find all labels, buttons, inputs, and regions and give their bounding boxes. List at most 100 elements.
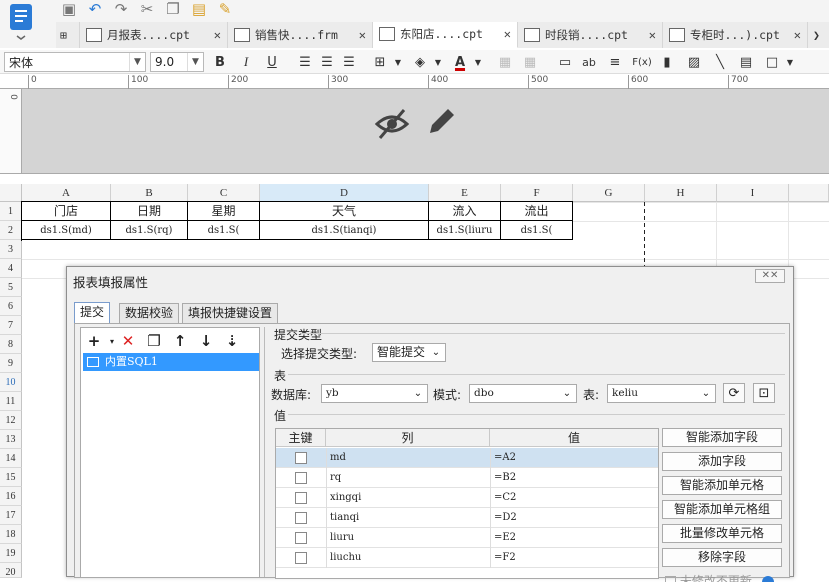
table-row[interactable]: liuru =E2 [276, 528, 658, 548]
schema-select[interactable]: dbo ⌄ [469, 384, 577, 403]
cell-c2[interactable]: ds1.S( [188, 221, 260, 240]
insert-chart-icon[interactable]: ▮ [657, 52, 677, 72]
insert-shape-icon[interactable]: □ [762, 52, 782, 72]
chevron-down-icon[interactable]: ▼ [468, 52, 488, 72]
align-center-icon[interactable]: ☰ [317, 52, 337, 72]
column-header[interactable]: C [188, 184, 260, 202]
insert-ab-icon[interactable]: ab [579, 52, 599, 72]
primary-key-checkbox[interactable] [295, 492, 307, 504]
border-icon[interactable]: ⊞ [370, 52, 390, 72]
table-select[interactable]: keliu ⌄ [607, 384, 716, 403]
select-all-corner[interactable] [0, 184, 22, 202]
tab-data-validation[interactable]: 数据校验 [119, 303, 180, 323]
insert-image-icon[interactable]: ▨ [684, 52, 704, 72]
column-header[interactable]: D [260, 184, 429, 202]
move-up-icon[interactable]: ↑ [169, 331, 191, 351]
col-header-key[interactable]: 主键 [276, 429, 326, 447]
row-header[interactable]: 4 [0, 259, 22, 278]
cell-d2[interactable]: ds1.S(tianqi) [260, 221, 429, 240]
row-header[interactable]: 7 [0, 316, 22, 335]
splitter[interactable] [264, 327, 265, 577]
cut-icon[interactable]: ✂ [134, 0, 160, 18]
primary-key-checkbox[interactable] [295, 512, 307, 524]
col-header-column[interactable]: 列 [326, 429, 490, 447]
row-header[interactable]: 15 [0, 468, 22, 487]
close-icon[interactable]: ✕ [504, 27, 511, 41]
cell-e1[interactable]: 流入 [429, 202, 501, 221]
database-select[interactable]: yb ⌄ [321, 384, 428, 403]
row-header[interactable]: 3 [0, 240, 22, 259]
close-icon[interactable]: ✕ [359, 28, 366, 42]
row-header[interactable]: 13 [0, 430, 22, 449]
preview-table-icon[interactable]: ⊡ [753, 383, 775, 403]
italic-button[interactable]: I [236, 52, 256, 72]
row-header[interactable]: 11 [0, 392, 22, 411]
add-field-button[interactable]: 添加字段 [662, 452, 782, 471]
primary-key-checkbox[interactable] [295, 452, 307, 464]
row-header[interactable]: 18 [0, 525, 22, 544]
close-icon[interactable]: ✕ [649, 28, 656, 42]
tab-1[interactable]: 月报表....cpt ✕ [80, 21, 228, 48]
align-left-icon[interactable]: ☰ [295, 52, 315, 72]
row-header[interactable]: 19 [0, 544, 22, 563]
row-header[interactable]: 10 [0, 373, 22, 392]
paste-icon[interactable]: ▤ [186, 0, 212, 18]
copy-icon[interactable]: ❐ [143, 331, 165, 351]
column-header[interactable]: E [429, 184, 501, 202]
format-painter-icon[interactable]: ✎ [212, 0, 238, 18]
hide-eye-icon[interactable] [374, 107, 410, 144]
batch-modify-cell-button[interactable]: 批量修改单元格 [662, 524, 782, 543]
chevron-down-icon[interactable]: ▼ [780, 52, 800, 72]
smart-add-field-button[interactable]: 智能添加字段 [662, 428, 782, 447]
copy-icon[interactable]: ❐ [160, 0, 186, 18]
column-header[interactable]: A [22, 184, 111, 202]
font-size-select[interactable]: 9.0 ▼ [150, 52, 204, 72]
cell-a2[interactable]: ds1.S(md) [22, 221, 111, 240]
dialog-close-button[interactable]: ✕✕ [755, 269, 785, 283]
undo-icon[interactable]: ↶ [82, 0, 108, 18]
smart-add-cell-group-button[interactable]: 智能添加单元格组 [662, 500, 782, 519]
tab-2[interactable]: 销售快....frm ✕ [228, 21, 373, 48]
table-row[interactable]: xingqi =C2 [276, 488, 658, 508]
row-header[interactable]: 9 [0, 354, 22, 373]
sort-icon[interactable]: ⇣ [221, 331, 243, 351]
primary-key-checkbox[interactable] [295, 552, 307, 564]
tab-5[interactable]: 专柜时...).cpt ✕ [663, 21, 808, 48]
cell-f2[interactable]: ds1.S( [501, 221, 573, 240]
unmerge-cells-icon[interactable]: ▦ [520, 52, 540, 72]
col-header-value[interactable]: 值 [490, 429, 658, 447]
column-header[interactable]: F [501, 184, 573, 202]
refresh-icon[interactable]: ⟳ [723, 383, 745, 403]
column-header-blank[interactable] [789, 184, 829, 202]
insert-subreport-icon[interactable]: ▤ [736, 52, 756, 72]
submit-type-select[interactable]: 智能提交 ⌄ [372, 343, 446, 362]
close-icon[interactable]: ✕ [214, 28, 221, 42]
grid-view-icon[interactable]: ⊞ [56, 21, 80, 48]
save-icon[interactable]: ▣ [56, 0, 82, 18]
font-name-select[interactable]: 宋体 ▼ [4, 52, 146, 72]
table-row[interactable]: tianqi =D2 [276, 508, 658, 528]
cell-e2[interactable]: ds1.S(liuru [429, 221, 501, 240]
delete-icon[interactable]: ✕ [117, 331, 139, 351]
column-header[interactable]: I [717, 184, 789, 202]
tab-submit[interactable]: 提交 [74, 302, 111, 324]
font-color-icon[interactable]: A [450, 52, 470, 72]
table-row[interactable]: liuchu =F2 [276, 548, 658, 568]
insert-formula-icon[interactable]: F(x) [632, 52, 652, 72]
row-header[interactable]: 1 [0, 202, 22, 221]
row-header[interactable]: 16 [0, 487, 22, 506]
column-header[interactable]: H [645, 184, 717, 202]
app-logo-icon[interactable] [4, 2, 38, 40]
tab-4[interactable]: 时段销....cpt ✕ [518, 21, 663, 48]
row-header[interactable]: 20 [0, 563, 22, 578]
column-header[interactable]: B [111, 184, 188, 202]
row-header[interactable]: 14 [0, 449, 22, 468]
cell-a1[interactable]: 门店 [22, 202, 111, 221]
insert-slash-icon[interactable]: ╲ [710, 52, 730, 72]
row-header[interactable]: 2 [0, 221, 22, 240]
primary-key-checkbox[interactable] [295, 472, 307, 484]
tab-3[interactable]: 东阳店....cpt ✕ [373, 21, 518, 48]
smart-add-cell-button[interactable]: 智能添加单元格 [662, 476, 782, 495]
row-header[interactable]: 17 [0, 506, 22, 525]
chevron-down-icon[interactable]: ▼ [428, 52, 448, 72]
